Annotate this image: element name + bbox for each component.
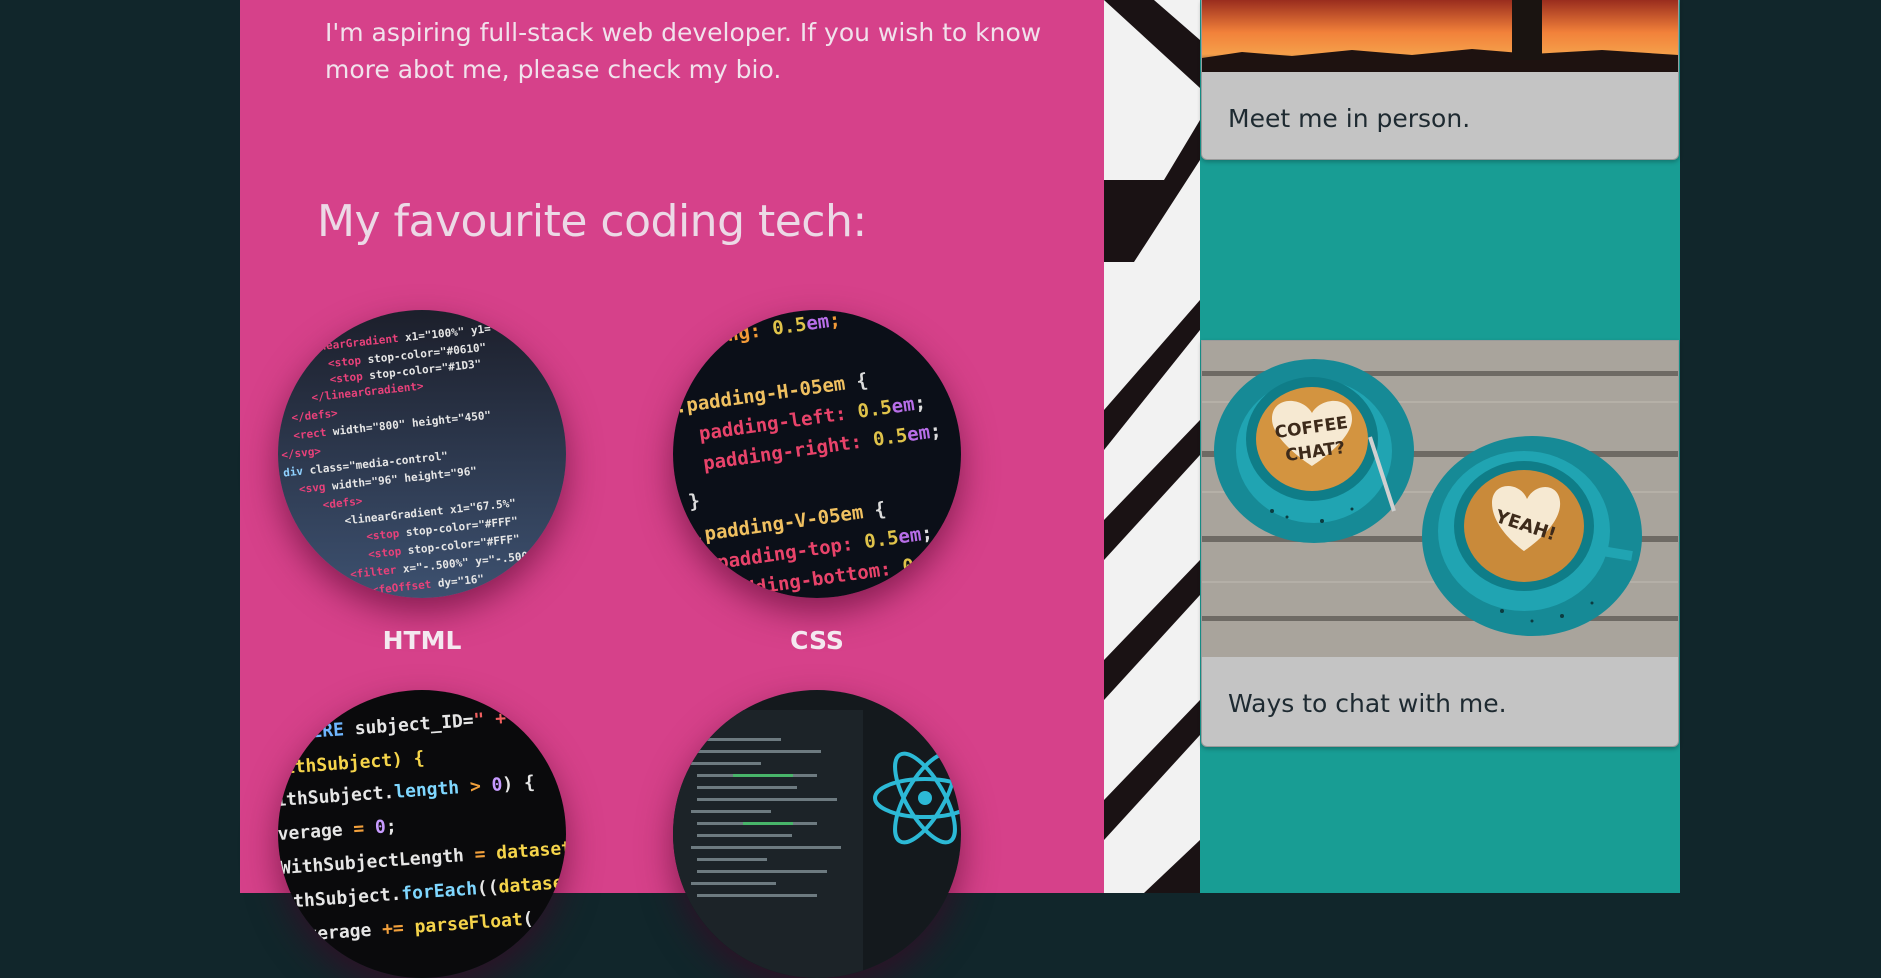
html-code-image: linearGradient x1="100%" y1= <stop stop-… [278,310,566,598]
intro-text: I'm aspiring full-stack web developer. I… [325,18,1042,84]
tech-item-css[interactable]: ing: 0.5em; .padding-H-05em { padding-le… [673,310,961,655]
javascript-code-image: HERE subject_ID=" + S withSubject) { ith… [278,690,566,978]
tech-item-react[interactable] [673,690,961,978]
css-code-image: ing: 0.5em; .padding-H-05em { padding-le… [673,310,961,598]
tech-label-css: CSS [790,626,844,655]
tech-item-html[interactable]: linearGradient x1="100%" y1= <stop stop-… [278,310,566,655]
react-code-image [673,690,961,978]
tech-section-title: My favourite coding tech: [317,196,867,247]
sunset-image [1202,0,1678,76]
chat-card-text: Ways to chat with me. [1228,689,1507,718]
tech-label-html: HTML [382,626,462,655]
tech-item-javascript[interactable]: HERE subject_ID=" + S withSubject) { ith… [278,690,566,978]
chat-card[interactable]: COFFEE CHAT? YEAH! Ways to chat with me. [1201,340,1679,747]
coffee-cups-image: COFFEE CHAT? YEAH! [1202,341,1678,661]
meet-card-text: Meet me in person. [1228,104,1471,133]
stripes-background-image [1104,0,1200,893]
sidebar-panel: Meet me in person. COFFEE CHAT? YEAH! Wa… [1200,0,1680,893]
meet-card[interactable]: Meet me in person. [1201,0,1679,160]
main-content-panel: I'm aspiring full-stack web developer. I… [240,0,1104,978]
